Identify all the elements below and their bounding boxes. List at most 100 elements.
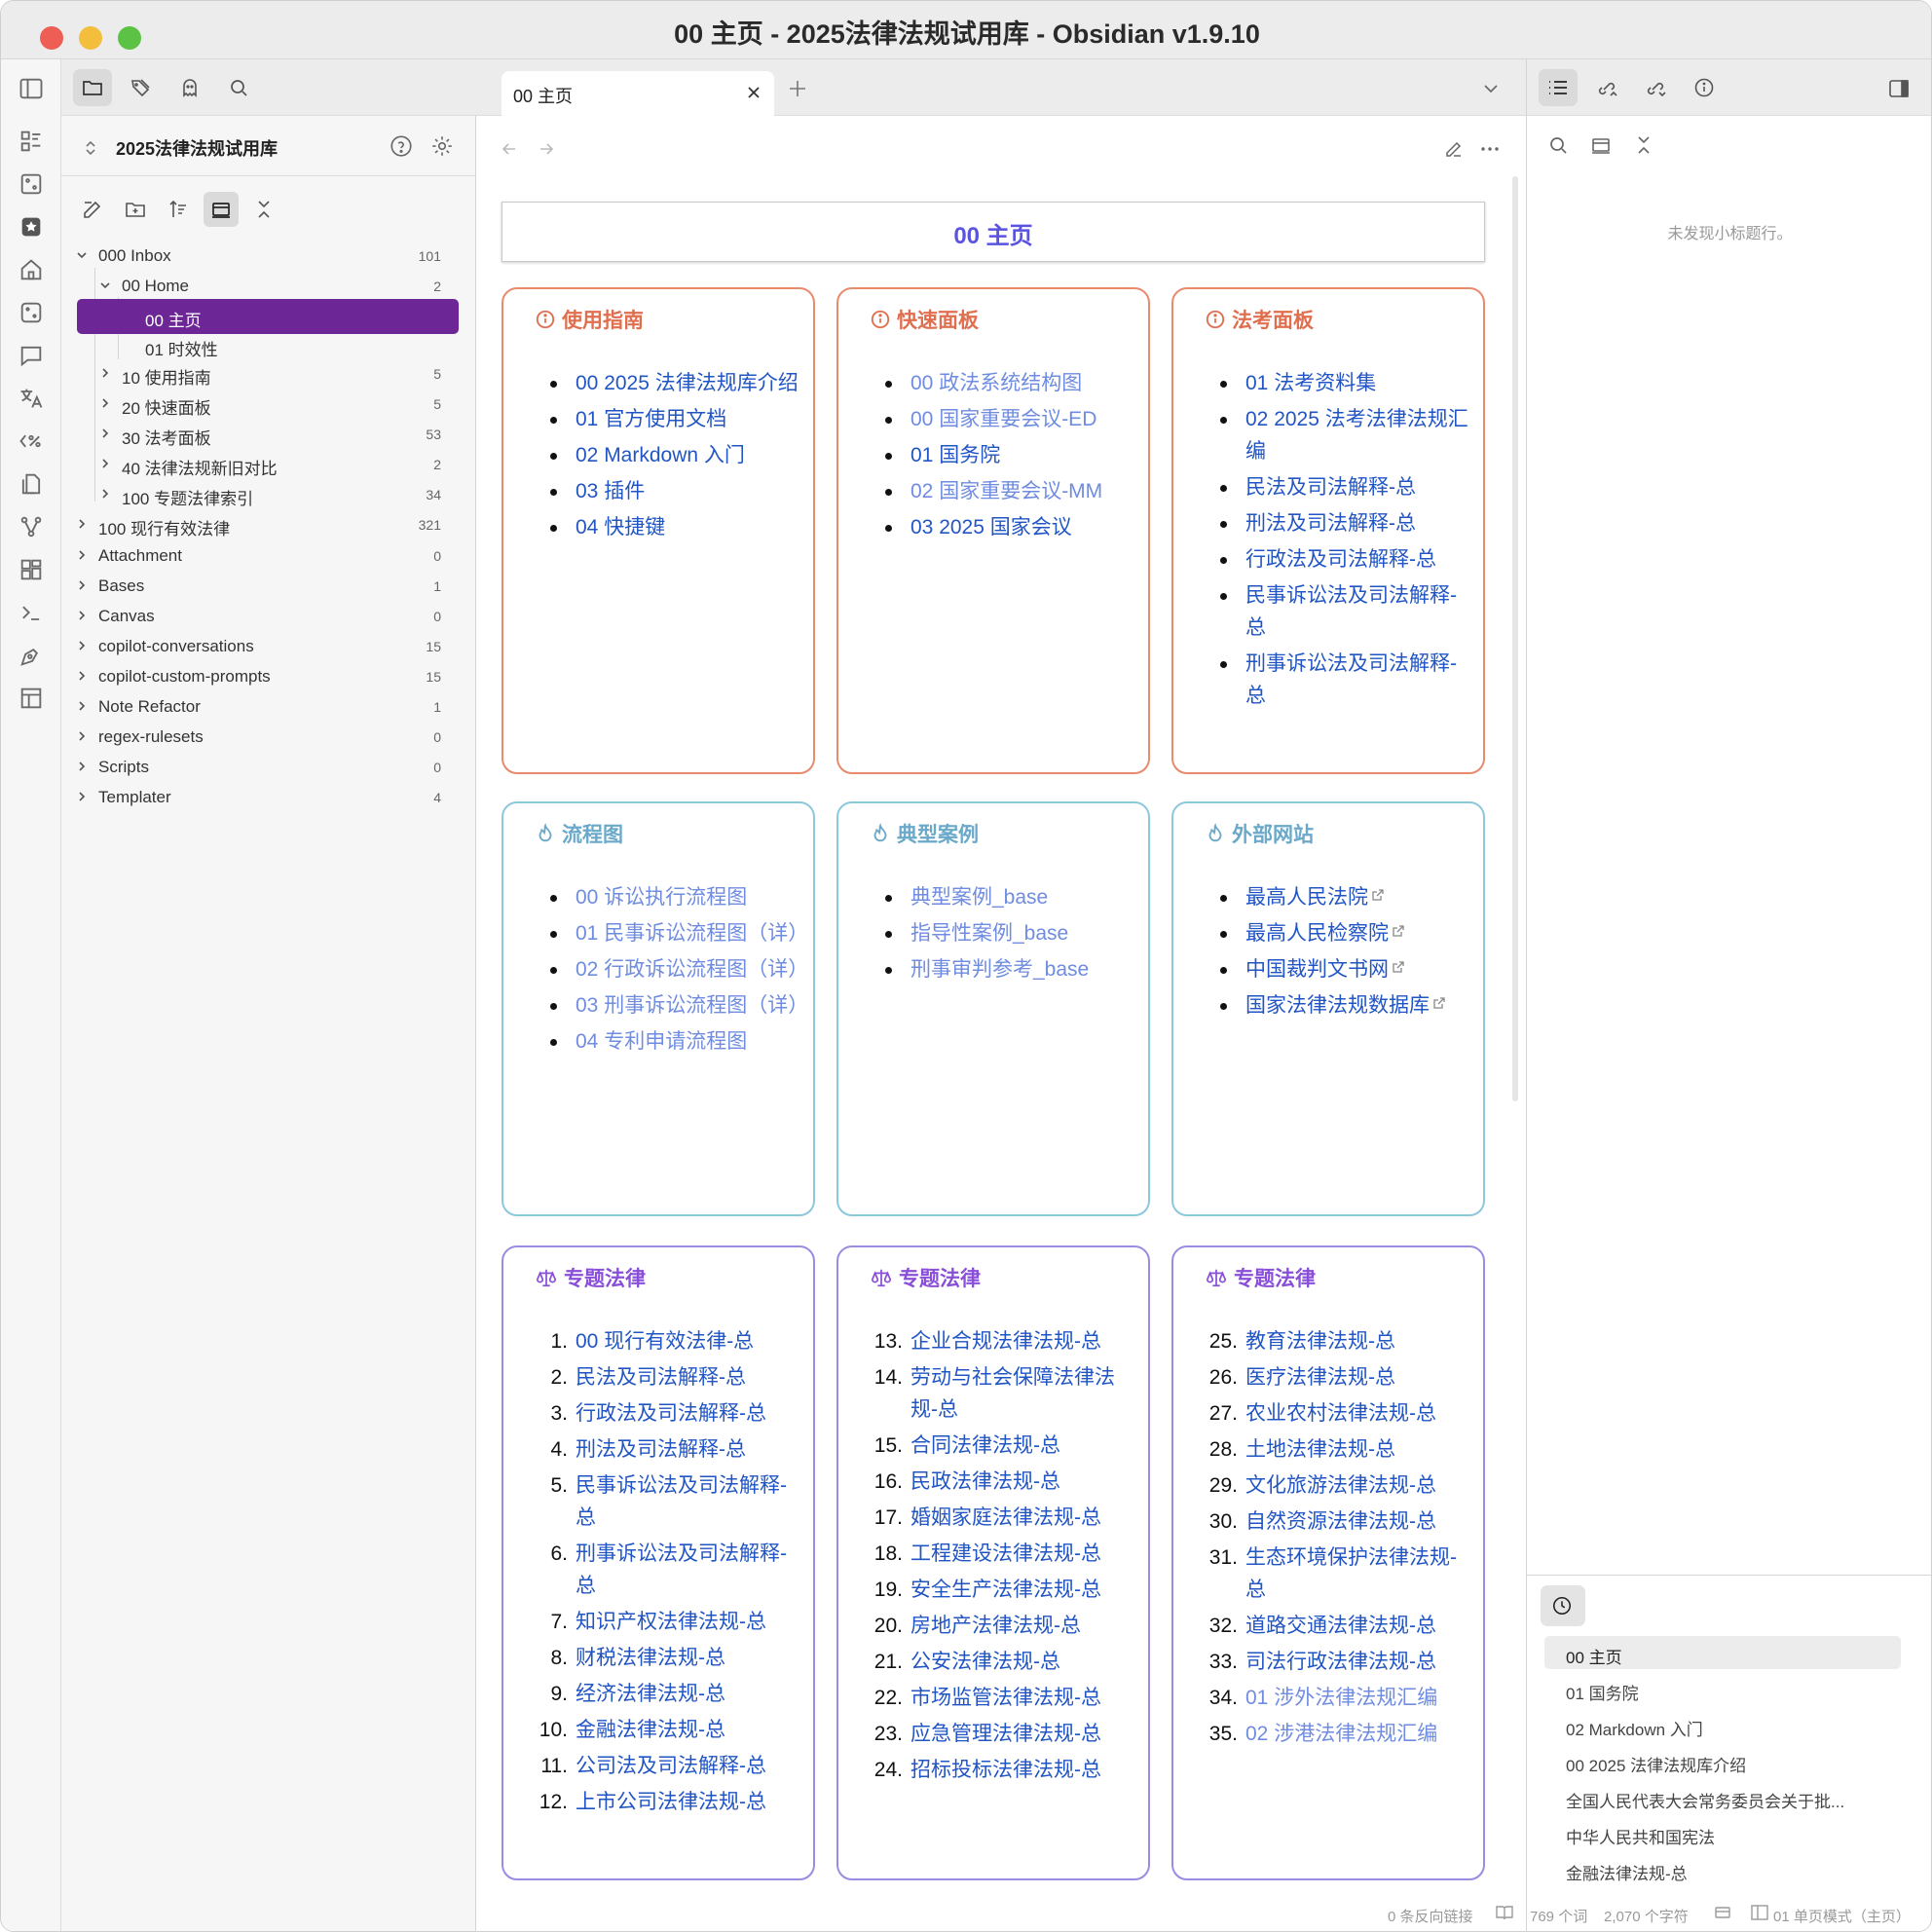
- chevron-down-icon[interactable]: [75, 248, 89, 262]
- chevron-right-icon[interactable]: [98, 487, 112, 501]
- vault-header[interactable]: 2025法律法规试用库: [61, 118, 476, 176]
- outline-icon[interactable]: [18, 128, 45, 155]
- note-link[interactable]: 01 涉外法律法规汇编: [1245, 1687, 1437, 1709]
- table-icon[interactable]: [18, 685, 45, 712]
- chevron-right-icon[interactable]: [75, 760, 89, 773]
- note-link[interactable]: 02 Markdown 入门: [576, 444, 745, 466]
- pen-tool-icon[interactable]: [18, 642, 45, 669]
- sidebar-toggle-icon[interactable]: [18, 75, 45, 102]
- comment-icon[interactable]: [18, 342, 45, 369]
- note-link[interactable]: 工程建设法律法规-总: [910, 1542, 1101, 1565]
- note-link[interactable]: 刑法及司法解释-总: [576, 1438, 746, 1461]
- vault-switch-icon[interactable]: [83, 139, 98, 157]
- note-link[interactable]: 经济法律法规-总: [576, 1683, 725, 1705]
- chevron-right-icon[interactable]: [98, 366, 112, 380]
- recent-file-item[interactable]: 00 2025 法律法规库介绍: [1544, 1744, 1901, 1777]
- note-link[interactable]: 02 国家重要会议-MM: [910, 480, 1102, 502]
- note-link[interactable]: 劳动与社会保障法律法规-总: [910, 1366, 1115, 1421]
- new-folder-icon[interactable]: [118, 192, 153, 227]
- note-link[interactable]: 中国裁判文书网: [1245, 958, 1389, 981]
- recent-file-item[interactable]: 中华人民共和国宪法: [1544, 1816, 1901, 1849]
- note-link[interactable]: 自然资源法律法规-总: [1245, 1510, 1436, 1533]
- note-link[interactable]: 03 插件: [576, 480, 645, 502]
- note-link[interactable]: 婚姻家庭法律法规-总: [910, 1506, 1101, 1529]
- note-link[interactable]: 民政法律法规-总: [910, 1470, 1060, 1493]
- sort-icon[interactable]: [161, 192, 196, 227]
- note-link[interactable]: 司法行政法律法规-总: [1245, 1651, 1436, 1673]
- new-note-icon[interactable]: [75, 192, 110, 227]
- note-link[interactable]: 国家法律法规数据库: [1245, 994, 1430, 1017]
- chevron-right-icon[interactable]: [75, 669, 89, 683]
- note-link[interactable]: 典型案例_base: [910, 886, 1048, 909]
- tab-list-chevron-icon[interactable]: [1481, 79, 1501, 98]
- note-link[interactable]: 刑事诉讼法及司法解释-总: [1245, 652, 1457, 707]
- note-link[interactable]: 04 专利申请流程图: [576, 1030, 747, 1053]
- bookmark-star-icon[interactable]: [18, 213, 45, 241]
- note-link[interactable]: 00 现行有效法律-总: [576, 1330, 754, 1353]
- note-link[interactable]: 土地法律法规-总: [1245, 1438, 1395, 1461]
- note-link[interactable]: 刑事诉讼法及司法解释-总: [576, 1542, 787, 1597]
- outgoing-links-tab[interactable]: [1636, 69, 1675, 106]
- outline-reveal-icon[interactable]: [1589, 133, 1613, 157]
- note-link[interactable]: 招标投标法律法规-总: [910, 1759, 1101, 1781]
- outline-collapse-icon[interactable]: [1632, 133, 1655, 157]
- note-link[interactable]: 金融法律法规-总: [576, 1719, 725, 1741]
- note-link[interactable]: 最高人民法院: [1245, 886, 1368, 909]
- chevron-down-icon[interactable]: [98, 279, 112, 292]
- ghost-tab[interactable]: [170, 69, 209, 106]
- note-link[interactable]: 01 官方使用文档: [576, 408, 726, 430]
- auto-reveal-icon[interactable]: [204, 192, 239, 227]
- note-link[interactable]: 03 2025 国家会议: [910, 516, 1072, 539]
- note-link[interactable]: 农业农村法律法规-总: [1245, 1402, 1436, 1425]
- note-link[interactable]: 00 诉讼执行流程图: [576, 886, 747, 909]
- back-arrow-icon[interactable]: [500, 139, 519, 159]
- note-link[interactable]: 02 行政诉讼流程图（详）: [576, 958, 808, 981]
- note-link[interactable]: 生态环境保护法律法规-总: [1245, 1546, 1457, 1601]
- view-mode[interactable]: 01 单页模式（主页）: [1773, 1906, 1911, 1926]
- note-link[interactable]: 刑法及司法解释-总: [1245, 512, 1416, 535]
- note-link[interactable]: 民事诉讼法及司法解释-总: [576, 1474, 787, 1529]
- chevron-right-icon[interactable]: [75, 548, 89, 562]
- collapse-all-icon[interactable]: [246, 192, 281, 227]
- note-link[interactable]: 教育法律法规-总: [1245, 1330, 1395, 1353]
- backlinks-tab[interactable]: [1587, 69, 1626, 106]
- edit-pencil-icon[interactable]: [1444, 139, 1464, 159]
- note-link[interactable]: 02 涉港法律法规汇编: [1245, 1723, 1437, 1745]
- random-note-icon[interactable]: [18, 170, 45, 198]
- chevron-right-icon[interactable]: [98, 396, 112, 410]
- chevron-right-icon[interactable]: [75, 578, 89, 592]
- chevron-right-icon[interactable]: [98, 427, 112, 440]
- tab-home[interactable]: 00 主页: [502, 71, 774, 116]
- forward-arrow-icon[interactable]: [537, 139, 556, 159]
- recent-file-item[interactable]: 全国人民代表大会常务委员会关于批...: [1544, 1780, 1901, 1813]
- copy-file-icon[interactable]: [18, 470, 45, 498]
- note-link[interactable]: 文化旅游法律法规-总: [1245, 1474, 1436, 1497]
- note-link[interactable]: 民事诉讼法及司法解释-总: [1245, 584, 1457, 639]
- note-link[interactable]: 医疗法律法规-总: [1245, 1366, 1395, 1389]
- regex-icon[interactable]: [18, 427, 45, 455]
- close-tab-icon[interactable]: [745, 84, 762, 101]
- note-link[interactable]: 01 民事诉讼流程图（详）: [576, 922, 808, 945]
- note-link[interactable]: 指导性案例_base: [910, 922, 1068, 945]
- search-tab[interactable]: [219, 69, 258, 106]
- note-link[interactable]: 01 法考资料集: [1245, 372, 1376, 394]
- translate-icon[interactable]: [18, 385, 45, 412]
- note-link[interactable]: 04 快捷键: [576, 516, 665, 539]
- graph-icon[interactable]: [18, 513, 45, 540]
- right-sidebar-toggle-icon[interactable]: [1887, 77, 1911, 100]
- note-link[interactable]: 财税法律法规-总: [576, 1647, 725, 1669]
- more-options-icon[interactable]: [1479, 139, 1501, 159]
- backlinks-count[interactable]: 0 条反向链接: [1388, 1906, 1473, 1926]
- note-link[interactable]: 道路交通法律法规-总: [1245, 1615, 1436, 1637]
- chevron-right-icon[interactable]: [75, 699, 89, 713]
- tags-tab[interactable]: [122, 69, 161, 106]
- chevron-right-icon[interactable]: [75, 729, 89, 743]
- chevron-right-icon[interactable]: [75, 639, 89, 652]
- note-link[interactable]: 00 政法系统结构图: [910, 372, 1082, 394]
- note-link[interactable]: 行政法及司法解释-总: [576, 1402, 766, 1425]
- layout-icon[interactable]: [1750, 1904, 1769, 1921]
- chevron-right-icon[interactable]: [75, 790, 89, 803]
- layout-grid-icon[interactable]: [18, 556, 45, 583]
- note-link[interactable]: 00 2025 法律法规库介绍: [576, 372, 799, 394]
- file-info-tab[interactable]: [1685, 69, 1724, 106]
